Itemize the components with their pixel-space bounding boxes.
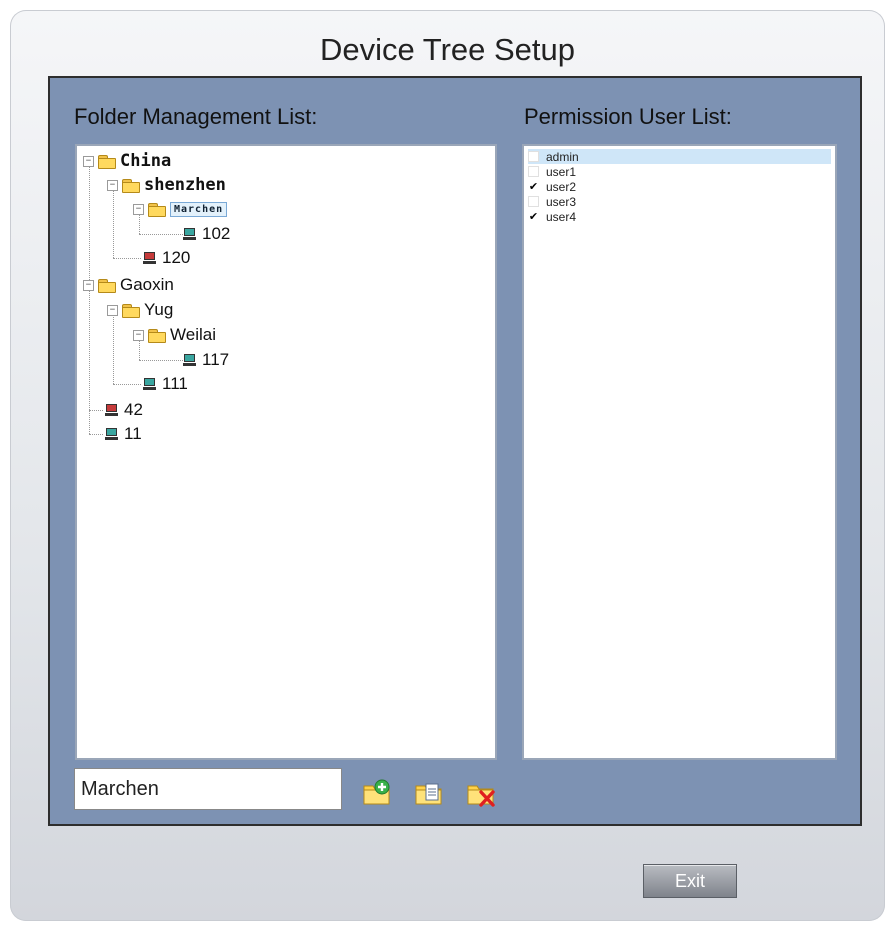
add-folder-button[interactable]	[362, 778, 392, 808]
folder-icon	[122, 303, 140, 318]
folder-icon	[148, 202, 166, 217]
user-name: admin	[546, 149, 579, 164]
tree-node-label: 42	[124, 400, 143, 419]
tree-node-china[interactable]: − China	[83, 150, 171, 172]
add-folder-icon	[363, 779, 390, 805]
device-online-icon	[183, 353, 196, 367]
user-row-user2[interactable]: ✔ user2	[528, 179, 831, 194]
user-checkbox[interactable]	[528, 151, 539, 162]
tree-node-gaoxin[interactable]: − Gaoxin	[83, 274, 174, 296]
tree-node-label: 117	[202, 350, 230, 369]
tree-line	[113, 188, 114, 258]
tree-line	[139, 360, 183, 361]
user-list-label: Permission User List:	[524, 104, 732, 129]
tree-node-label-selected: Marchen	[170, 201, 228, 217]
edit-folder-icon	[415, 783, 442, 805]
edit-folder-button[interactable]	[414, 778, 444, 808]
user-row-user4[interactable]: ✔ user4	[528, 209, 831, 224]
folder-list-label: Folder Management List:	[74, 104, 318, 129]
tree-node-yug[interactable]: − Yug	[107, 299, 173, 321]
delete-folder-button[interactable]	[466, 778, 496, 808]
tree-node-device-120[interactable]: 120	[143, 247, 190, 269]
tree-node-label: shenzhen	[144, 175, 226, 195]
tree-node-shenzhen[interactable]: − shenzhen	[107, 174, 226, 196]
tree-node-device-42[interactable]: 42	[105, 399, 143, 421]
user-checkbox-checked[interactable]: ✔	[528, 211, 539, 223]
collapse-icon[interactable]: −	[83, 279, 94, 291]
tree-line	[113, 384, 141, 385]
user-name: user2	[546, 179, 577, 194]
user-checkbox[interactable]	[528, 196, 539, 207]
tree-node-label: 111	[162, 374, 188, 393]
folder-icon	[148, 328, 166, 343]
folder-icon	[98, 154, 116, 169]
device-offline-icon	[143, 251, 156, 265]
user-name: user4	[546, 209, 577, 224]
tree-node-device-111[interactable]: 111	[143, 373, 188, 395]
collapse-icon[interactable]: −	[133, 329, 144, 341]
tree-node-label: 102	[202, 224, 231, 243]
device-online-icon	[105, 427, 118, 441]
tree-node-marchen[interactable]: − Marchen	[133, 198, 228, 220]
tree-node-label: 11	[124, 424, 142, 443]
device-offline-icon	[105, 403, 118, 417]
tree-node-label: Gaoxin	[120, 275, 174, 294]
delete-folder-icon	[467, 785, 495, 807]
device-tree-setup-window: Device Tree Setup Folder Management List…	[10, 10, 885, 921]
folder-icon	[122, 178, 140, 193]
permission-user-list[interactable]: admin user1 ✔ user2 user3 ✔ user4	[522, 144, 837, 760]
main-panel: Folder Management List: Permission User …	[48, 76, 862, 826]
collapse-icon[interactable]: −	[107, 304, 118, 316]
collapse-icon[interactable]: −	[107, 179, 118, 191]
tree-node-label: China	[120, 151, 172, 171]
tree-node-label: Weilai	[170, 325, 216, 344]
tree-node-label: Yug	[144, 300, 174, 319]
window-title: Device Tree Setup	[319, 32, 576, 67]
device-online-icon	[143, 377, 156, 391]
exit-button[interactable]: Exit	[643, 864, 737, 898]
user-checkbox-checked[interactable]: ✔	[528, 181, 539, 193]
tree-line	[89, 162, 90, 434]
tree-node-device-117[interactable]: 117	[183, 349, 229, 371]
user-checkbox[interactable]	[528, 166, 539, 177]
tree-line	[89, 434, 103, 435]
folder-icon	[98, 278, 116, 293]
tree-line	[89, 410, 103, 411]
collapse-icon[interactable]: −	[83, 155, 94, 167]
user-row-admin[interactable]: admin	[528, 149, 831, 164]
user-name: user1	[546, 164, 577, 179]
tree-node-device-102[interactable]: 102	[183, 223, 230, 245]
user-name: user3	[546, 194, 577, 209]
tree-line	[113, 312, 114, 384]
tree-node-device-11[interactable]: 11	[105, 423, 142, 445]
user-row-user3[interactable]: user3	[528, 194, 831, 209]
user-row-user1[interactable]: user1	[528, 164, 831, 179]
tree-line	[139, 234, 183, 235]
tree-node-label: 120	[162, 248, 191, 267]
folder-tree[interactable]: − China − shenzhen − Marchen 102 120 − G…	[75, 144, 497, 760]
tree-line	[113, 258, 141, 259]
tree-node-weilai[interactable]: − Weilai	[133, 324, 216, 346]
folder-name-input[interactable]	[74, 768, 342, 810]
collapse-icon[interactable]: −	[133, 203, 144, 215]
device-online-icon	[183, 227, 196, 241]
